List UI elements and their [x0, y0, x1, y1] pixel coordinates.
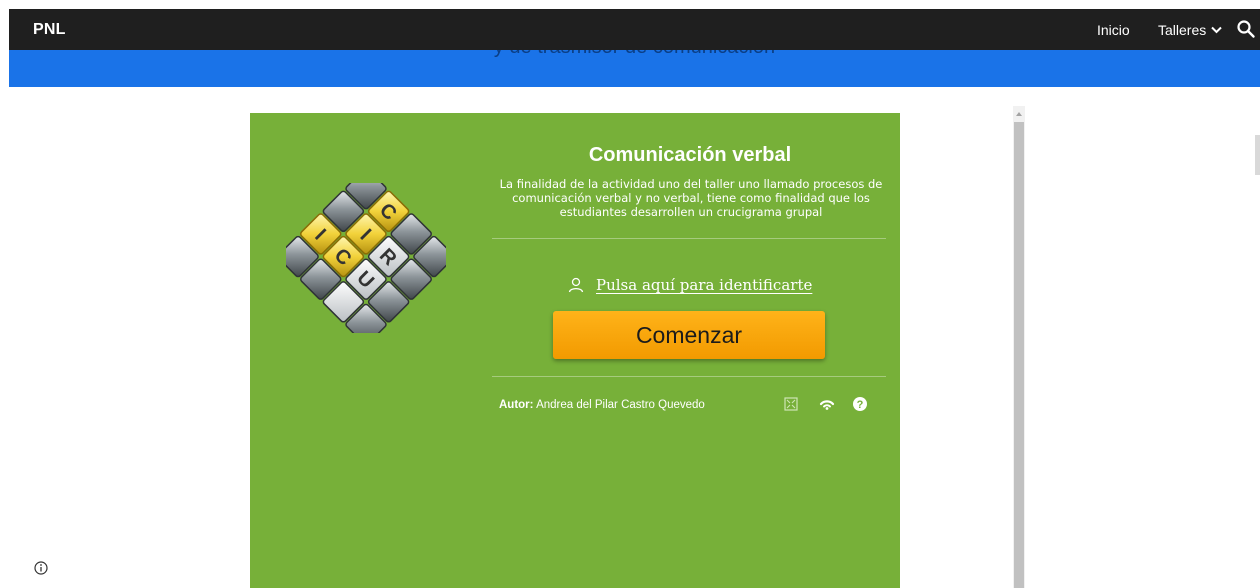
divider — [492, 238, 886, 239]
activity-title: Comunicación verbal — [588, 144, 792, 166]
start-button[interactable]: Comenzar — [553, 311, 825, 359]
info-icon[interactable] — [34, 561, 48, 575]
top-navigation-bar: PNL Inicio Talleres — [9, 9, 1260, 50]
user-icon — [568, 277, 584, 293]
help-icon[interactable]: ? — [852, 396, 868, 412]
nav-item-talleres-label: Talleres — [1158, 22, 1207, 38]
wifi-icon[interactable] — [819, 396, 835, 412]
chevron-down-icon — [1211, 26, 1222, 34]
scrollbar-thumb[interactable] — [1014, 122, 1024, 588]
divider — [492, 376, 886, 377]
page-scrollbar-thumb[interactable] — [1255, 135, 1260, 175]
nav-item-inicio[interactable]: Inicio — [1097, 22, 1130, 38]
banner-partial-text: y de trasmisor de comunicación — [9, 50, 1260, 59]
site-title[interactable]: PNL — [33, 21, 66, 39]
activity-card: C R U I C I Comunicación verbal La final… — [250, 113, 900, 588]
scroll-up-arrow-icon[interactable] — [1016, 112, 1022, 116]
activity-description: La finalidad de la actividad uno del tal… — [499, 177, 883, 219]
header-banner: y de trasmisor de comunicación — [9, 50, 1260, 87]
activity-scrollbar[interactable] — [1013, 106, 1025, 588]
crossword-logo: C R U I C I — [286, 183, 446, 333]
login-link-label: Pulsa aquí para identificarte — [596, 276, 813, 294]
author-line: Autor: Andrea del Pilar Castro Quevedo — [499, 399, 705, 411]
author-name: Andrea del Pilar Castro Quevedo — [536, 399, 705, 411]
fullscreen-icon[interactable] — [783, 396, 799, 412]
search-icon[interactable] — [1236, 19, 1256, 39]
nav-item-talleres[interactable]: Talleres — [1158, 22, 1222, 38]
login-link[interactable]: Pulsa aquí para identificarte — [568, 276, 812, 294]
author-label: Autor: — [499, 399, 534, 411]
svg-text:?: ? — [857, 399, 864, 411]
